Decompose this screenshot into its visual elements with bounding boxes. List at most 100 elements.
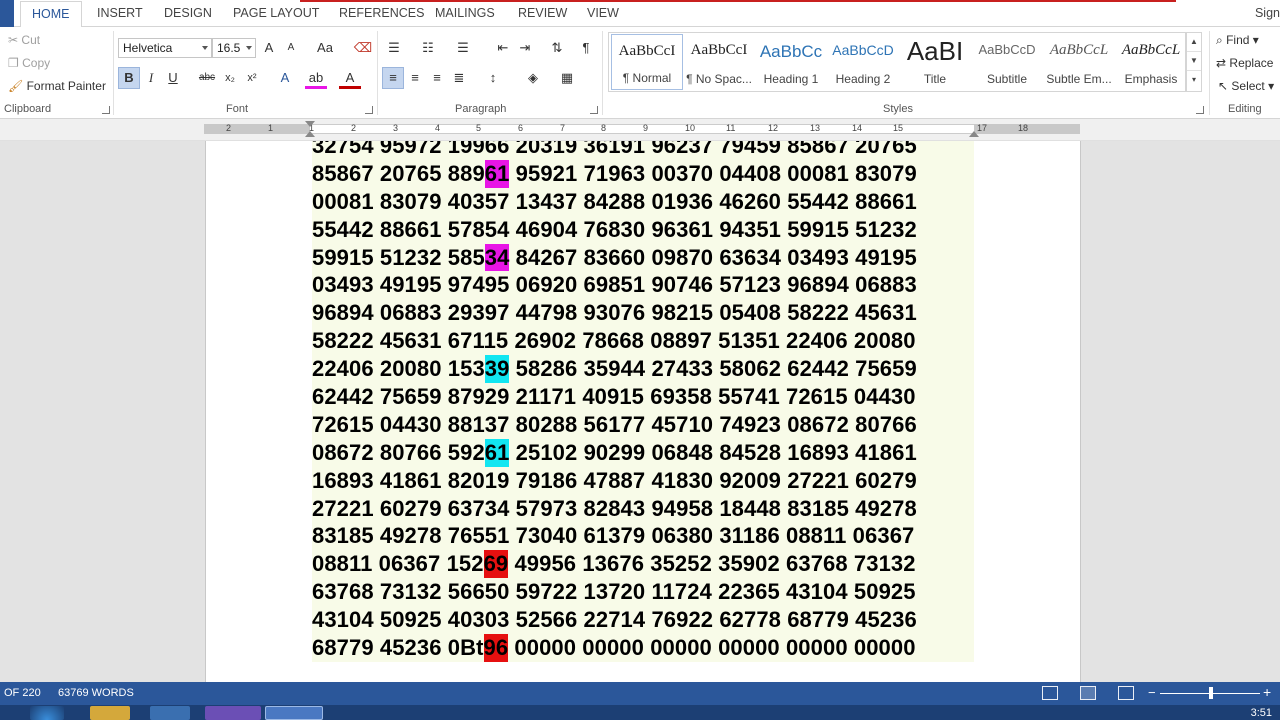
text-line[interactable]: 32754 95972 19966 20319 36191 96237 7945… (312, 141, 974, 160)
font-launcher-icon[interactable] (365, 106, 373, 114)
chevron-down-icon[interactable]: ▼ (1187, 51, 1201, 70)
text-line[interactable]: 08672 80766 59261 25102 90299 06848 8452… (312, 438, 974, 467)
tab-review[interactable]: REVIEW (518, 6, 567, 20)
paragraph-launcher-icon[interactable] (590, 106, 598, 114)
text-line[interactable]: 16893 41861 82019 79186 47887 41830 9200… (312, 467, 974, 495)
replace-button[interactable]: ⇄ Replace (1216, 56, 1273, 70)
right-indent-marker[interactable] (969, 131, 979, 137)
tab-references[interactable]: REFERENCES (339, 6, 424, 20)
strikethrough-button[interactable]: abc (196, 67, 218, 89)
font-family-box[interactable]: Helvetica (118, 38, 212, 58)
page-count[interactable]: OF 220 (4, 687, 41, 699)
zoom-out-icon[interactable]: − (1148, 685, 1156, 700)
highlighted-digits[interactable]: 96 (483, 634, 509, 662)
decrease-indent-button[interactable]: ⇤ (492, 37, 514, 59)
zoom-slider-thumb[interactable] (1209, 687, 1213, 699)
text-line[interactable]: 03493 49195 97495 06920 69851 90746 5712… (312, 271, 974, 299)
tab-insert[interactable]: INSERT (97, 6, 143, 20)
print-layout-icon[interactable] (1080, 686, 1096, 700)
text-line[interactable]: 27221 60279 63734 57973 82843 94958 1844… (312, 495, 974, 523)
browser-icon[interactable] (205, 706, 261, 720)
hanging-indent-marker[interactable] (305, 131, 315, 137)
file-tab[interactable] (0, 0, 14, 27)
line-spacing-button[interactable]: ↕ (482, 67, 504, 89)
align-center-button[interactable]: ≡ (404, 67, 426, 89)
text-line[interactable]: 63768 73132 56650 59722 13720 11724 2236… (312, 578, 974, 606)
style-subtle-emphasis[interactable]: AaBbCcL Subtle Em... (1043, 34, 1115, 90)
text-line[interactable]: 55442 88661 57854 46904 76830 96361 9435… (312, 216, 974, 244)
multilevel-list-button[interactable]: ☰ (452, 37, 474, 59)
tab-page-layout[interactable]: PAGE LAYOUT (233, 6, 319, 20)
text-line[interactable]: 85867 20765 88961 95921 71963 00370 0440… (312, 159, 974, 188)
text-line[interactable]: 72615 04430 88137 80288 56177 45710 7492… (312, 411, 974, 439)
align-left-button[interactable]: ≡ (382, 67, 404, 89)
document-page[interactable]: 32754 95972 19966 20319 36191 96237 7945… (205, 141, 1081, 682)
start-button-icon[interactable] (30, 706, 64, 720)
highlighted-digits[interactable]: 61 (484, 159, 510, 188)
more-styles-icon[interactable]: ▾ (1187, 70, 1201, 89)
style-no-spacing[interactable]: AaBbCcI ¶ No Spac... (683, 34, 755, 90)
text-effects-button[interactable]: A (274, 67, 296, 89)
document-canvas[interactable]: 32754 95972 19966 20319 36191 96237 7945… (0, 141, 1280, 682)
highlighted-digits[interactable]: 69 (483, 550, 509, 579)
clipboard-launcher-icon[interactable] (102, 106, 110, 114)
text-line[interactable]: 43104 50925 40303 52566 22714 76922 6277… (312, 606, 974, 634)
italic-button[interactable]: I (140, 67, 162, 89)
highlighted-digits[interactable]: 34 (484, 243, 510, 272)
format-painter-button[interactable]: 🖌 Format Painter (8, 79, 106, 93)
text-line[interactable]: 58222 45631 67115 26902 78668 08897 5135… (312, 327, 974, 355)
shrink-font-button[interactable]: A (280, 37, 302, 59)
style-normal[interactable]: AaBbCcI ¶ Normal (611, 34, 683, 90)
text-line[interactable]: 59915 51232 58534 84267 83660 09870 6363… (312, 243, 974, 272)
styles-launcher-icon[interactable] (1196, 106, 1204, 114)
horizontal-ruler[interactable]: 2 1 1 2 3 4 5 6 7 8 9 10 11 12 13 14 15 17 18 (0, 119, 1280, 141)
tab-view[interactable]: VIEW (587, 6, 619, 20)
first-line-indent-marker[interactable] (305, 121, 315, 127)
web-layout-icon[interactable] (1118, 686, 1134, 700)
cut-button[interactable]: ✂ Cut (8, 33, 40, 47)
numbering-button[interactable]: ☷ (417, 37, 439, 59)
superscript-button[interactable]: x² (241, 67, 263, 89)
underline-button[interactable]: U (162, 67, 184, 89)
tab-mailings[interactable]: MAILINGS (435, 6, 495, 20)
style-title[interactable]: AaBI Title (899, 34, 971, 90)
align-right-button[interactable]: ≡ (426, 67, 448, 89)
justify-button[interactable]: ≣ (448, 67, 470, 89)
clear-formatting-button[interactable]: ⌫ (352, 37, 374, 59)
read-mode-icon[interactable] (1042, 686, 1058, 700)
highlight-color-button[interactable]: ab (305, 67, 327, 89)
subscript-button[interactable]: x₂ (219, 67, 241, 89)
word-count[interactable]: 63769 WORDS (58, 687, 134, 699)
increase-indent-button[interactable]: ⇥ (514, 37, 536, 59)
font-size-box[interactable]: 16.5 (212, 38, 256, 58)
sign-in-link[interactable]: Sign (1255, 6, 1280, 20)
font-color-button[interactable]: A (339, 67, 361, 89)
bold-button[interactable]: B (118, 67, 140, 89)
style-heading-2[interactable]: AaBbCcD Heading 2 (827, 34, 899, 90)
bullets-button[interactable]: ☰ (383, 37, 405, 59)
chevron-up-icon[interactable]: ▲ (1187, 33, 1201, 51)
number-table[interactable]: 32754 95972 19966 20319 36191 96237 7945… (312, 141, 974, 662)
style-emphasis[interactable]: AaBbCcL Emphasis (1115, 34, 1187, 90)
text-line[interactable]: 68779 45236 0Bt96 00000 00000 00000 0000… (312, 634, 974, 662)
text-line[interactable]: 62442 75659 87929 21171 40915 69358 5574… (312, 383, 974, 411)
zoom-in-icon[interactable]: + (1263, 684, 1271, 700)
file-explorer-icon[interactable] (90, 706, 130, 720)
borders-button[interactable]: ▦ (556, 67, 578, 89)
tab-design[interactable]: DESIGN (164, 6, 212, 20)
styles-gallery-scroll[interactable]: ▲ ▼ ▾ (1186, 32, 1202, 92)
text-line[interactable]: 00081 83079 40357 13437 84288 01936 4626… (312, 188, 974, 216)
find-button[interactable]: ⌕ Find ▾ (1216, 33, 1259, 48)
text-line[interactable]: 96894 06883 29397 44798 93076 98215 0540… (312, 299, 974, 327)
select-button[interactable]: ↖ Select ▾ (1218, 79, 1274, 93)
shading-button[interactable]: ◈ (522, 67, 544, 89)
system-clock[interactable]: 3:51 (1251, 707, 1272, 719)
app-icon[interactable] (150, 706, 190, 720)
sort-button[interactable]: ⇅ (546, 37, 568, 59)
text-line[interactable]: 22406 20080 15339 58286 35944 27433 5806… (312, 355, 974, 384)
grow-font-button[interactable]: A (258, 37, 280, 59)
text-line[interactable]: 08811 06367 15269 49956 13676 35252 3590… (312, 550, 974, 579)
text-line[interactable]: 83185 49278 76551 73040 61379 06380 3118… (312, 522, 974, 550)
style-heading-1[interactable]: AaBbCc Heading 1 (755, 34, 827, 90)
style-subtitle[interactable]: AaBbCcD Subtitle (971, 34, 1043, 90)
